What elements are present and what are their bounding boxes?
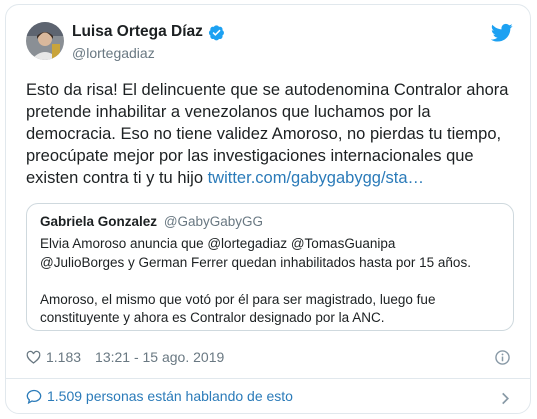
quoted-line: Amoroso, el mismo que votó por él para s…: [40, 291, 436, 307]
quoted-tweet[interactable]: Gabriela Gonzalez @GabyGabyGG Elvia Amor…: [26, 203, 514, 331]
quoted-tweet-header: Gabriela Gonzalez @GabyGabyGG: [40, 214, 263, 229]
quoted-tweet-text: Elvia Amoroso anuncia que @lortegadiaz @…: [40, 235, 510, 328]
heart-icon[interactable]: [26, 350, 41, 364]
tweet-line: democracia. Eso no tiene validez Amoroso…: [26, 125, 502, 143]
conversation-label[interactable]: 1.509 personas están hablando de esto: [47, 388, 293, 404]
quoted-line: constituyente y ahora es Contralor desig…: [40, 310, 385, 325]
quoted-author-handle: @GabyGabyGG: [163, 214, 264, 229]
speech-bubble-icon: [26, 389, 42, 404]
chevron-right-icon[interactable]: [501, 392, 510, 405]
twitter-bird-icon[interactable]: [491, 23, 513, 43]
author-display-name[interactable]: Luisa Ortega Díaz: [72, 23, 203, 41]
avatar[interactable]: [26, 22, 64, 60]
tweet-line: pretende inhabilitar a venezolanos que l…: [26, 103, 431, 121]
info-icon[interactable]: [495, 350, 510, 365]
timestamp[interactable]: 13:21 - 15 ago. 2019: [95, 349, 224, 365]
tweet-line-text: existen contra ti y tu hijo: [26, 169, 208, 187]
tweet-line-last: existen contra ti y tu hijo twitter.com/…: [26, 167, 516, 189]
tweet-line: Esto da risa! El delincuente que se auto…: [26, 81, 509, 99]
conversation-link[interactable]: 1.509 personas están hablando de esto: [26, 388, 293, 404]
tweet-meta: 1.183 13:21 - 15 ago. 2019: [26, 349, 224, 365]
avatar-image: [26, 22, 64, 60]
quoted-line: @JulioBorges y German Ferrer quedan inha…: [40, 254, 471, 270]
author-name-row[interactable]: Luisa Ortega Díaz: [72, 23, 225, 41]
divider: [6, 378, 530, 379]
tweet-link[interactable]: twitter.com/gabygabygg/sta…: [208, 169, 424, 187]
verified-badge-icon: [208, 24, 224, 40]
like-count[interactable]: 1.183: [46, 349, 81, 365]
tweet-text: Esto da risa! El delincuente que se auto…: [26, 79, 516, 189]
quoted-author-name: Gabriela Gonzalez: [40, 214, 158, 229]
quoted-line: Elvia Amoroso anuncia que @lortegadiaz @…: [40, 236, 396, 251]
tweet-line: preocúpate mejor por las investigaciones…: [26, 147, 474, 165]
author-handle[interactable]: @lortegadiaz: [72, 45, 155, 61]
embedded-tweet-card: Luisa Ortega Díaz @lortegadiaz Esto da r…: [5, 4, 531, 414]
